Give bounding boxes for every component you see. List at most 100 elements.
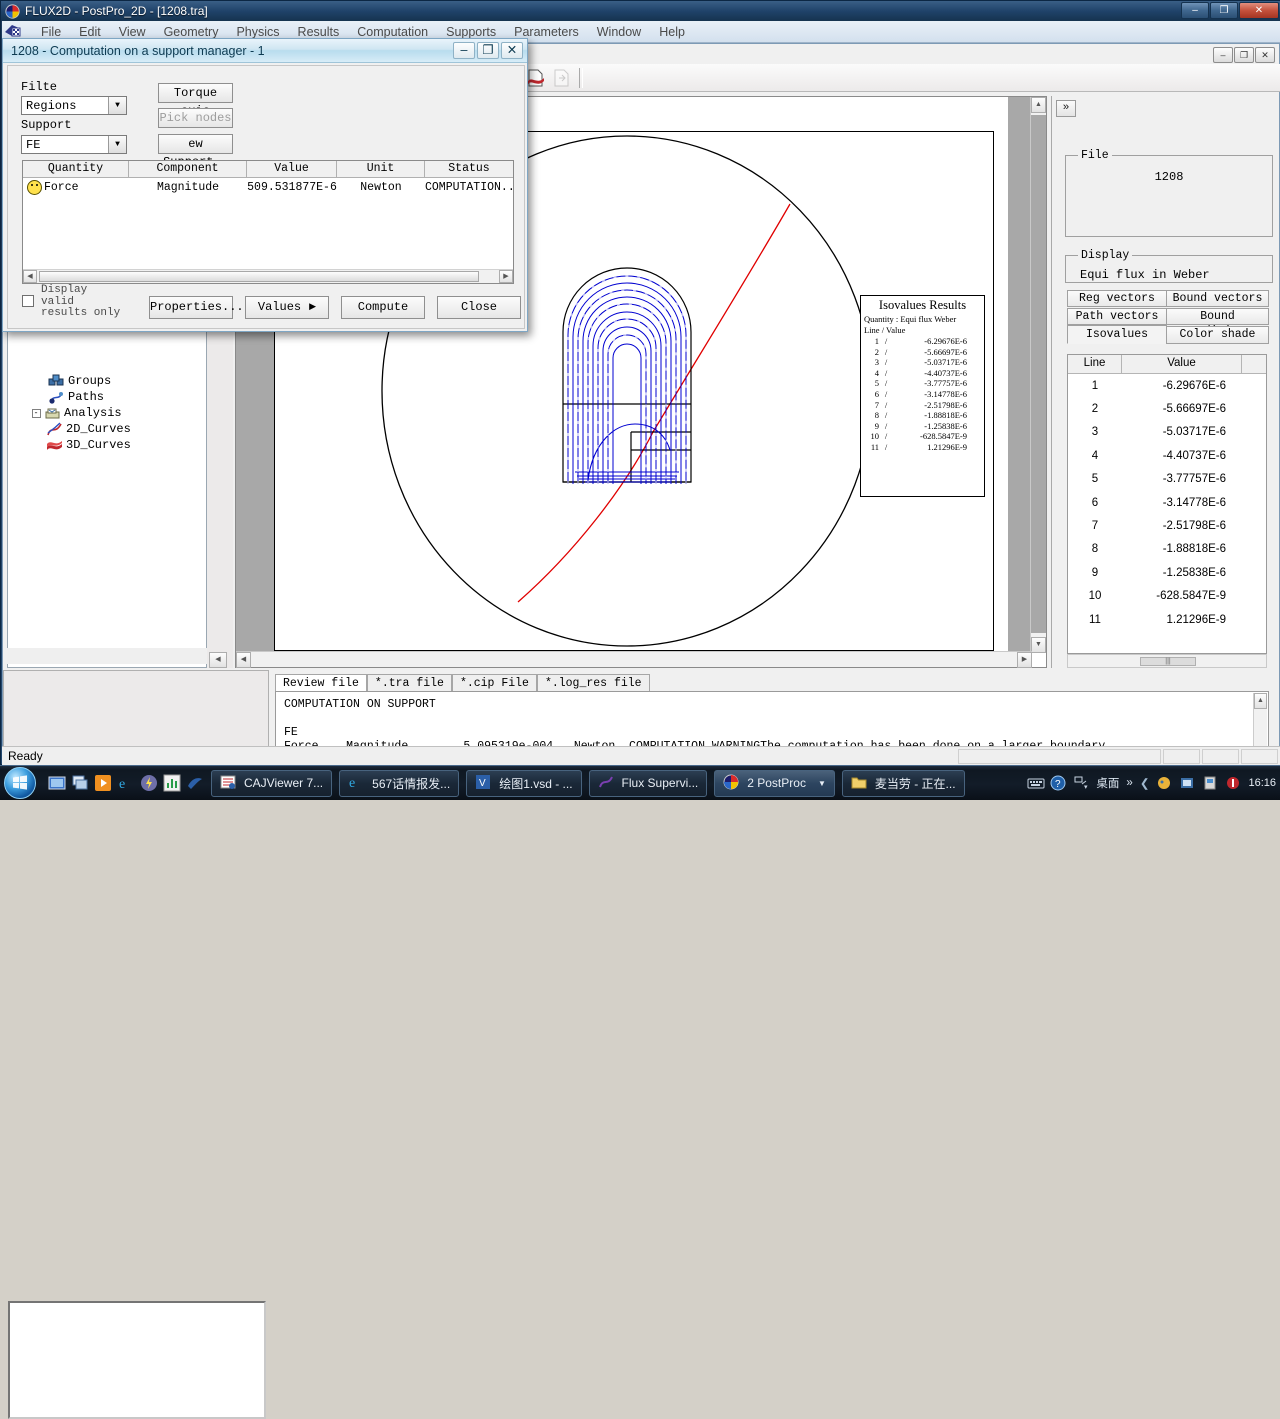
scroll-up-button[interactable]: ▲ — [1031, 97, 1046, 113]
tab-log-res-file[interactable]: *.log_res file — [536, 674, 650, 691]
tab-cip-file[interactable]: *.cip File — [451, 674, 537, 691]
green-app-icon[interactable] — [163, 774, 181, 792]
isovalues-table-hscrollbar[interactable]: ||| — [1067, 654, 1267, 668]
tree-scroll-left-button[interactable]: ◀ — [209, 652, 227, 668]
tree-item-3d-curves[interactable]: 3D_Curves — [18, 437, 131, 453]
blue-bird-icon[interactable] — [186, 774, 204, 792]
tab-review-file[interactable]: Review file — [275, 674, 367, 691]
hscroll-thumb[interactable]: ||| — [1140, 657, 1196, 666]
taskbar-button-folder[interactable]: 麦当劳 - 正在... — [841, 769, 965, 797]
torque-axis-button[interactable]: Torque axis — [158, 83, 233, 118]
grid-scroll-thumb[interactable] — [39, 271, 479, 282]
grid-horizontal-scrollbar[interactable]: ◀ ▶ — [23, 269, 513, 283]
show-desktop-icon[interactable] — [48, 774, 66, 792]
table-row[interactable]: 9 -1.25838E-6 — [1068, 561, 1266, 584]
taskbar-group-arrow-icon[interactable]: ▼ — [818, 779, 826, 788]
table-row[interactable]: 5 -3.77757E-6 — [1068, 468, 1266, 491]
window-minimize-button[interactable]: – — [1181, 2, 1209, 19]
grid-scroll-left-button[interactable]: ◀ — [23, 270, 37, 283]
internet-explorer-icon[interactable]: e — [117, 774, 135, 792]
taskbar-button-postproc-group[interactable]: 2 PostProc ▼ — [714, 769, 835, 797]
menu-item-window[interactable]: Window — [588, 23, 650, 41]
overflow-chevron-icon[interactable]: » — [1126, 777, 1132, 789]
chevron-down-icon[interactable]: ▼ — [108, 136, 126, 153]
graphics-vertical-scrollbar[interactable]: ▲ ▼ — [1030, 97, 1046, 653]
winamp-icon[interactable] — [140, 774, 158, 792]
tab-tra-file[interactable]: *.tra file — [366, 674, 452, 691]
column-header-component[interactable]: Component — [129, 161, 247, 177]
values-button[interactable]: Values ▶ — [245, 296, 329, 319]
column-header-value[interactable]: Value — [247, 161, 337, 177]
new-support-button[interactable]: ew Support.. — [158, 134, 233, 169]
keyboard-icon[interactable] — [1027, 775, 1045, 791]
tree-item-2d-curves[interactable]: 2D_Curves — [18, 421, 131, 437]
tray-icon-a[interactable] — [1156, 775, 1172, 791]
child-maximize-button[interactable]: ❐ — [1234, 47, 1254, 63]
media-player-icon[interactable] — [94, 774, 112, 792]
tree-hscrollbar[interactable] — [7, 648, 207, 664]
taskbar-button-cajviewer[interactable]: CAJViewer 7... — [211, 769, 333, 797]
output-scroll-up-button[interactable]: ▲ — [1254, 693, 1267, 709]
isovalues-tab-button[interactable]: Isovalues — [1067, 325, 1167, 344]
table-row[interactable]: 4 -4.40737E-6 — [1068, 444, 1266, 467]
taskbar-clock[interactable]: 16:16 — [1248, 777, 1276, 789]
bound-conditions-button[interactable]: Bound conditions — [1166, 308, 1269, 338]
scroll-right-button[interactable]: ▶ — [1017, 652, 1032, 668]
scroll-left-button[interactable]: ◀ — [236, 652, 251, 668]
desktop-label[interactable]: 桌面 — [1096, 775, 1119, 791]
properties-button[interactable]: Properties... — [149, 296, 244, 319]
secondary-left-panel[interactable] — [8, 1301, 266, 1419]
column-header-quantity[interactable]: Quantity — [23, 161, 129, 177]
tray-icon-d[interactable] — [1225, 775, 1241, 791]
surface-file-icon[interactable] — [525, 67, 547, 89]
bound-vectors-button[interactable]: Bound vectors — [1166, 290, 1269, 307]
window-close-button[interactable]: ✕ — [1239, 2, 1279, 19]
column-header-unit[interactable]: Unit — [337, 161, 425, 177]
tray-icon-b[interactable] — [1179, 775, 1195, 791]
close-button[interactable]: Close — [437, 296, 521, 319]
graphics-vscroll-thumb[interactable] — [1031, 115, 1046, 633]
color-shade-button[interactable]: Color shade — [1166, 326, 1269, 344]
child-close-button[interactable]: ✕ — [1255, 47, 1275, 63]
tree-item-groups[interactable]: Groups — [18, 373, 131, 389]
compute-button[interactable]: Compute — [341, 296, 425, 319]
filter-combo[interactable]: Regions ▼ — [21, 96, 127, 115]
grid-scroll-right-button[interactable]: ▶ — [499, 270, 513, 283]
tray-icon-c[interactable] — [1202, 775, 1218, 791]
window-maximize-button[interactable]: ❐ — [1210, 2, 1238, 19]
isovalues-table[interactable]: Line Value 1 -6.29676E-6 2 -5.66697E-6 3 -5… — [1067, 354, 1267, 654]
support-combo[interactable]: FE ▼ — [21, 135, 127, 154]
dialog-maximize-button[interactable]: ❐ — [477, 42, 499, 59]
scroll-down-button[interactable]: ▼ — [1031, 637, 1046, 653]
table-row[interactable]: 6 -3.14778E-6 — [1068, 491, 1266, 514]
table-row[interactable]: 2 -5.66697E-6 — [1068, 397, 1266, 420]
graphics-horizontal-scrollbar[interactable]: ◀ ▶ — [236, 651, 1032, 668]
expand-panel-button[interactable]: » — [1056, 100, 1076, 117]
table-row[interactable]: 8 -1.88818E-6 — [1068, 538, 1266, 561]
network-icon[interactable]: ▾ — [1073, 775, 1089, 791]
child-minimize-button[interactable]: – — [1213, 47, 1233, 63]
table-row[interactable]: 11 1.21296E-9 — [1068, 608, 1266, 631]
start-button[interactable] — [4, 767, 36, 799]
tree-item-analysis[interactable]: - Analysis — [18, 405, 131, 421]
tree-expander-analysis[interactable]: - — [28, 408, 44, 418]
help-icon[interactable]: ? — [1050, 775, 1066, 791]
grid-row[interactable]: Force Magnitude 509.531877E-6 Newton COM… — [23, 178, 513, 196]
menu-item-help[interactable]: Help — [650, 23, 694, 41]
column-header-status[interactable]: Status — [425, 161, 513, 177]
display-valid-results-checkbox[interactable] — [22, 295, 34, 307]
switch-window-icon[interactable] — [71, 774, 89, 792]
taskbar-button-visio[interactable]: V 绘图1.vsd - ... — [466, 769, 582, 797]
table-row[interactable]: 10 -628.5847E-9 — [1068, 585, 1266, 608]
chevron-down-icon[interactable]: ▼ — [108, 97, 126, 114]
table-row[interactable]: 1 -6.29676E-6 — [1068, 374, 1266, 397]
path-vectors-button[interactable]: Path vectors — [1067, 308, 1167, 325]
computation-support-dialog[interactable]: 1208 - Computation on a support manager … — [2, 38, 528, 332]
quantities-grid[interactable]: Quantity Component Value Unit Status For… — [22, 160, 514, 284]
reg-vectors-button[interactable]: Reg vectors — [1067, 290, 1167, 307]
taskbar-button-ie[interactable]: e 567话情报发... — [339, 769, 460, 797]
taskbar-button-flux-supervisor[interactable]: Flux Supervi... — [588, 769, 708, 797]
dialog-close-button[interactable]: ✕ — [501, 42, 523, 59]
table-row[interactable]: 7 -2.51798E-6 — [1068, 514, 1266, 537]
tree-item-paths[interactable]: Paths — [18, 389, 131, 405]
